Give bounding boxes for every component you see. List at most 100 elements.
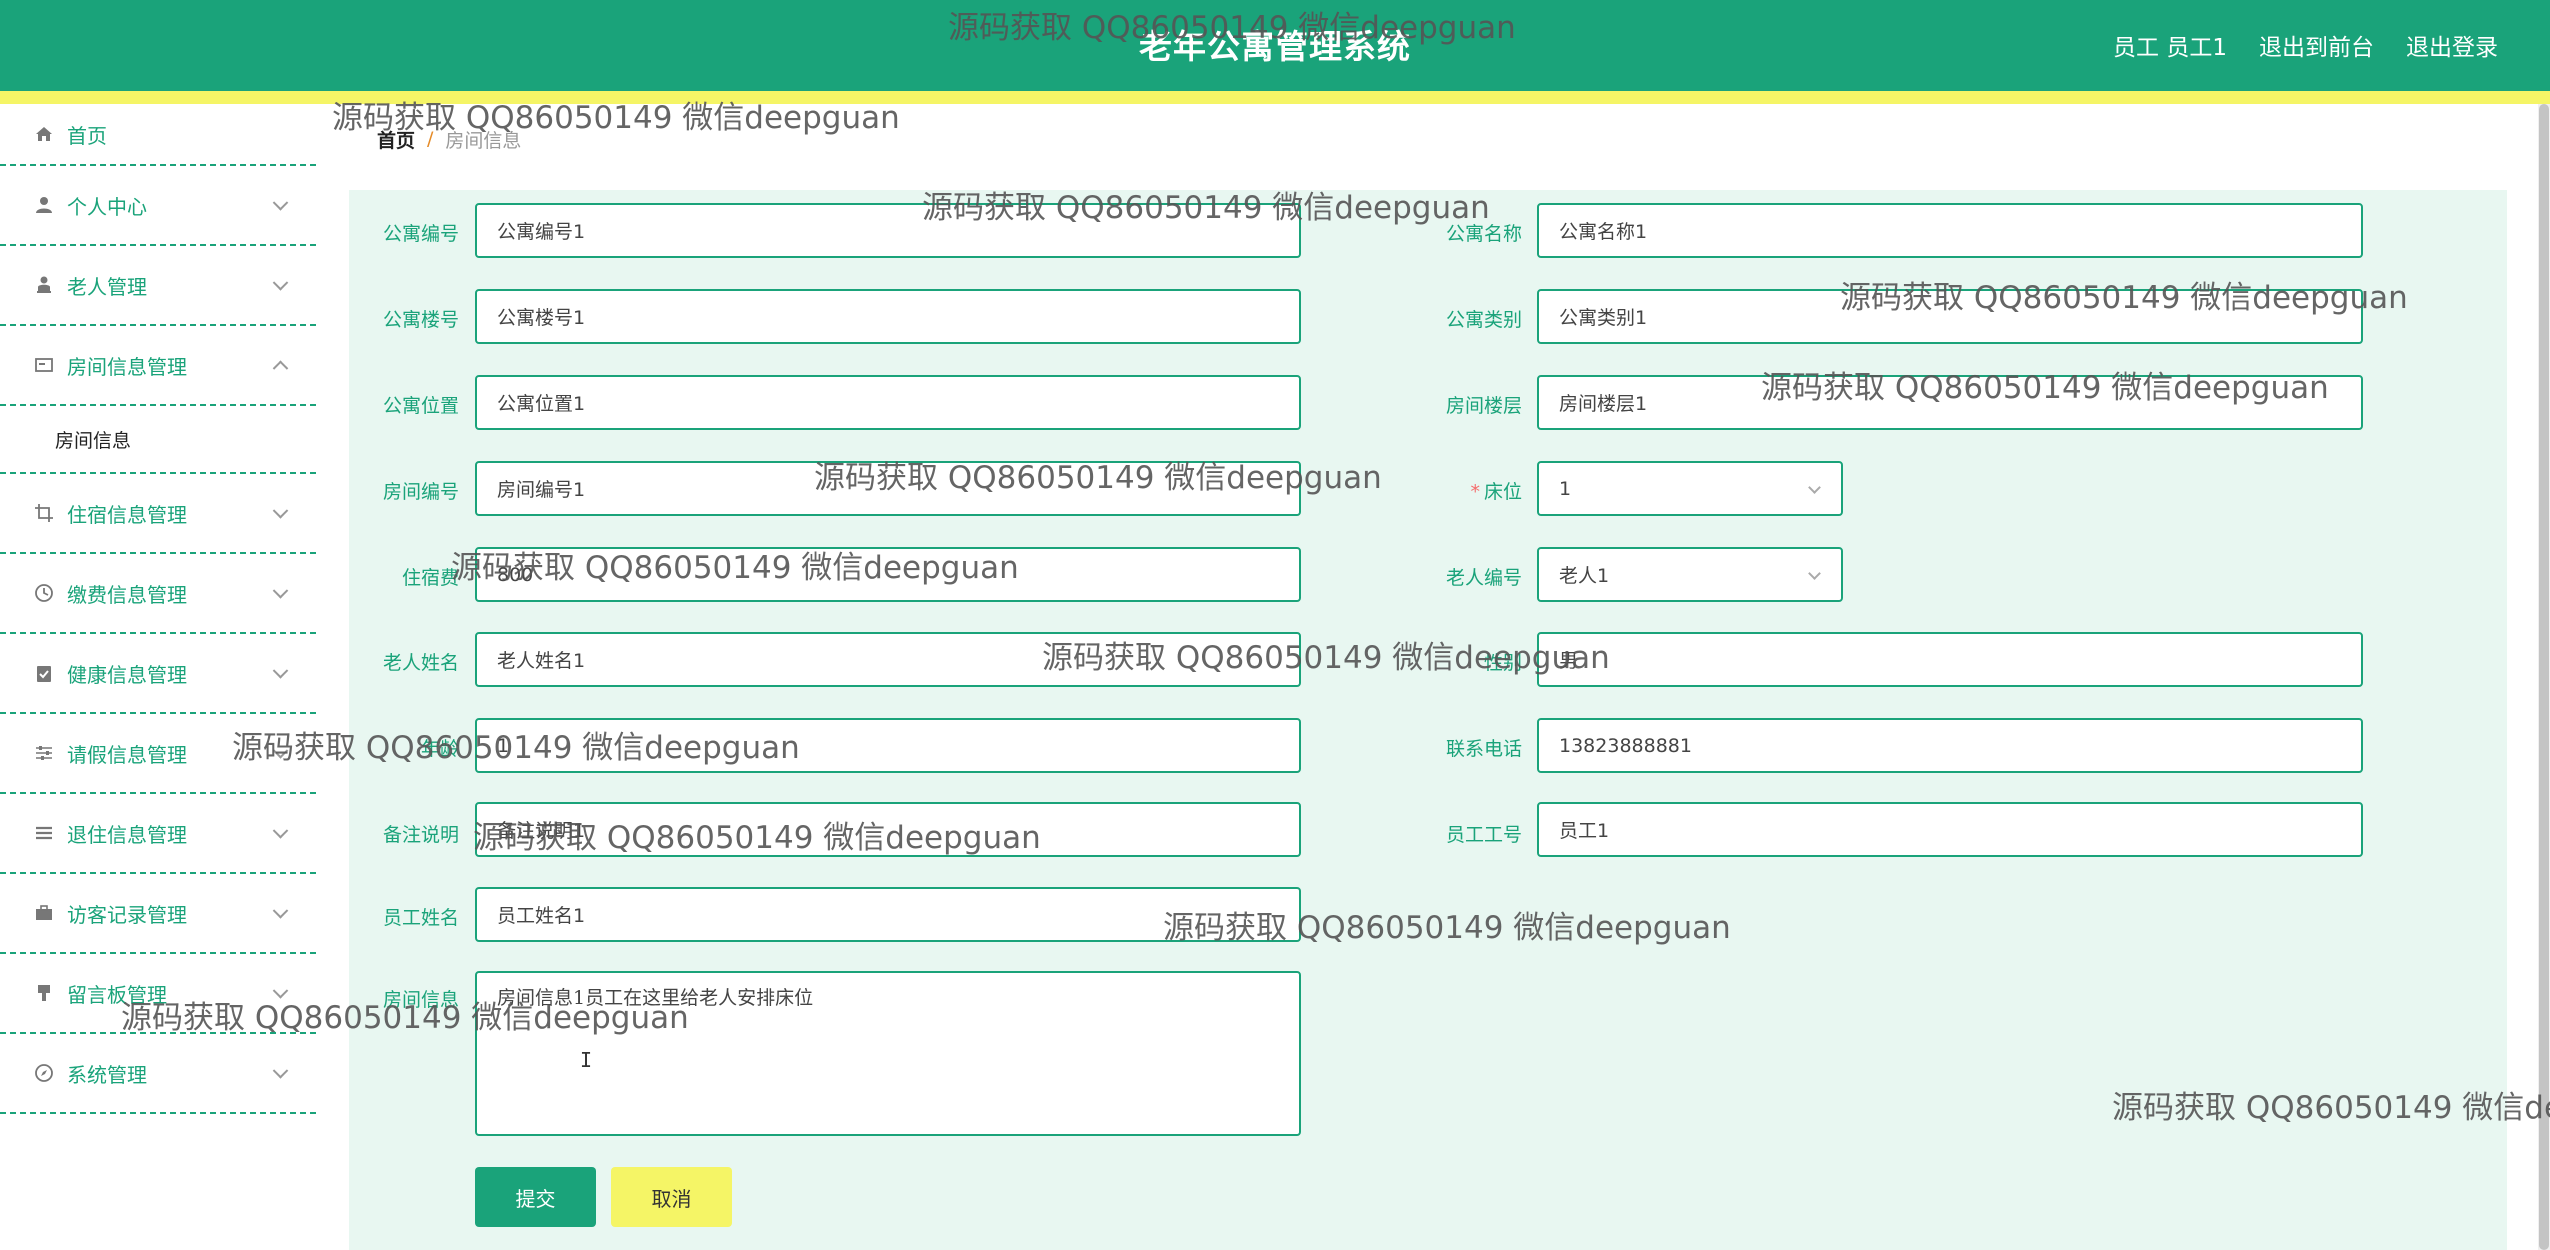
- page-scrollbar[interactable]: [2538, 104, 2550, 1250]
- room-info-label: 房间信息: [382, 989, 459, 1011]
- chevron-down-icon: [1808, 567, 1821, 580]
- user-icon: [33, 194, 55, 216]
- chevron-down-icon: [272, 503, 289, 519]
- apartment-type-label: 公寓类别: [1445, 309, 1522, 331]
- chevron-down-icon: [272, 983, 289, 999]
- floor-label: 房间楼层: [1445, 395, 1522, 417]
- chevron-down-icon: [272, 823, 289, 839]
- phone-input[interactable]: 13823888881: [1537, 718, 2363, 773]
- back-to-front-link[interactable]: 退出到前台: [2259, 28, 2374, 62]
- remark-input[interactable]: 备注说明1: [475, 802, 1301, 857]
- sidebar-item-personal-center[interactable]: 个人中心: [0, 166, 316, 246]
- sidebar-item-home[interactable]: 首页: [0, 104, 316, 166]
- header-accent-strip: [0, 91, 2550, 104]
- remark-label: 备注说明: [382, 824, 459, 846]
- breadcrumb-home[interactable]: 首页: [377, 126, 415, 153]
- sidebar-item-label: 请假信息管理: [67, 742, 187, 767]
- staff-no-label: 员工工号: [1445, 824, 1522, 846]
- sidebar-item-payment-management[interactable]: 缴费信息管理: [0, 554, 316, 634]
- sidebar-item-health-management[interactable]: 健康信息管理: [0, 634, 316, 714]
- chevron-up-icon: [272, 360, 289, 377]
- cancel-button[interactable]: 取消: [611, 1167, 732, 1227]
- room-no-label: 房间编号: [382, 481, 459, 503]
- logout-link[interactable]: 退出登录: [2406, 28, 2498, 62]
- room-icon: [33, 354, 55, 376]
- apartment-no-input[interactable]: 公寓编号1: [475, 203, 1301, 258]
- current-user-label[interactable]: 员工 员工1: [2113, 28, 2227, 62]
- list-icon: [33, 822, 55, 844]
- clock-icon: [33, 582, 55, 604]
- floor-input[interactable]: 房间楼层1: [1537, 375, 2363, 430]
- elder-no-select[interactable]: 老人1: [1537, 547, 1843, 602]
- sidebar-item-stay-management[interactable]: 住宿信息管理: [0, 474, 316, 554]
- gender-input[interactable]: 男: [1537, 632, 2363, 687]
- building-no-label: 公寓楼号: [382, 309, 459, 331]
- apartment-type-input[interactable]: 公寓类别1: [1537, 289, 2363, 344]
- sidebar-item-room-management[interactable]: 房间信息管理: [0, 326, 316, 406]
- sidebar-item-label: 留言板管理: [67, 982, 167, 1007]
- clipboard-check-icon: [33, 662, 55, 684]
- sidebar-item-label: 房间信息管理: [67, 354, 187, 379]
- sidebar-item-label: 系统管理: [67, 1062, 147, 1087]
- apartment-name-input[interactable]: 公寓名称1: [1537, 203, 2363, 258]
- sidebar-item-message-board[interactable]: 留言板管理: [0, 954, 316, 1034]
- chevron-down-icon: [272, 743, 289, 759]
- top-header: 老年公寓管理系统 员工 员工1 退出到前台 退出登录: [0, 0, 2550, 91]
- elder-no-select-value: 老人1: [1559, 565, 1610, 587]
- fee-input[interactable]: 800: [475, 547, 1301, 602]
- scrollbar-thumb[interactable]: [2539, 104, 2549, 1250]
- submit-button[interactable]: 提交: [475, 1167, 596, 1227]
- room-info-textarea[interactable]: 房间信息1员工在这里给老人安排床位: [475, 971, 1301, 1136]
- required-mark: *: [1470, 481, 1480, 503]
- age-label: 年龄: [420, 738, 459, 760]
- sidebar-item-label: 健康信息管理: [67, 662, 187, 687]
- sidebar: 首页 个人中心 老人管理 房间信息管理 房间信息 住宿信息管理 缴费信息管理 健…: [0, 104, 316, 1250]
- apartment-no-label: 公寓编号: [382, 223, 459, 245]
- apartment-name-label: 公寓名称: [1445, 223, 1522, 245]
- sidebar-item-label: 访客记录管理: [67, 902, 187, 927]
- elder-icon: [33, 274, 55, 296]
- sidebar-item-label: 退住信息管理: [67, 822, 187, 847]
- sidebar-item-label: 缴费信息管理: [67, 582, 187, 607]
- home-icon: [33, 123, 55, 145]
- chevron-down-icon: [272, 275, 289, 291]
- chevron-down-icon: [1808, 481, 1821, 494]
- elder-name-input[interactable]: 老人姓名1: [475, 632, 1301, 687]
- bed-select[interactable]: 1: [1537, 461, 1843, 516]
- staff-name-input[interactable]: 员工姓名1: [475, 887, 1301, 942]
- location-input[interactable]: 公寓位置1: [475, 375, 1301, 430]
- sidebar-item-system-management[interactable]: 系统管理: [0, 1034, 316, 1114]
- sidebar-item-elder-management[interactable]: 老人管理: [0, 246, 316, 326]
- location-label: 公寓位置: [382, 395, 459, 417]
- elder-no-label: 老人编号: [1445, 567, 1522, 589]
- room-no-input[interactable]: 房间编号1: [475, 461, 1301, 516]
- breadcrumb-current: 房间信息: [445, 129, 522, 152]
- sidebar-item-visitor-management[interactable]: 访客记录管理: [0, 874, 316, 954]
- sidebar-item-checkout-management[interactable]: 退住信息管理: [0, 794, 316, 874]
- chevron-down-icon: [272, 903, 289, 919]
- chevron-down-icon: [272, 1063, 289, 1079]
- sidebar-item-label: 个人中心: [67, 194, 147, 219]
- sidebar-item-label: 首页: [67, 123, 107, 148]
- crop-icon: [33, 502, 55, 524]
- compass-icon: [33, 1062, 55, 1084]
- sidebar-item-label: 住宿信息管理: [67, 502, 187, 527]
- fee-label: 住宿费: [401, 567, 459, 589]
- age-input[interactable]: 1: [475, 718, 1301, 773]
- building-no-input[interactable]: 公寓楼号1: [475, 289, 1301, 344]
- sidebar-subitem-label: 房间信息: [55, 429, 132, 452]
- chevron-down-icon: [272, 583, 289, 599]
- bed-label-text: 床位: [1483, 481, 1522, 503]
- text-cursor-icon: I: [580, 1048, 593, 1072]
- staff-no-input[interactable]: 员工1: [1537, 802, 2363, 857]
- chevron-down-icon: [272, 195, 289, 211]
- sliders-icon: [33, 742, 55, 764]
- bed-select-value: 1: [1559, 477, 1572, 500]
- sidebar-item-label: 老人管理: [67, 274, 147, 299]
- sidebar-subitem-room-info[interactable]: 房间信息: [0, 406, 316, 474]
- chevron-down-icon: [272, 663, 289, 679]
- header-actions: 员工 员工1 退出到前台 退出登录: [2113, 28, 2498, 62]
- breadcrumb-separator: /: [427, 128, 434, 150]
- sidebar-item-leave-management[interactable]: 请假信息管理: [0, 714, 316, 794]
- briefcase-icon: [33, 902, 55, 924]
